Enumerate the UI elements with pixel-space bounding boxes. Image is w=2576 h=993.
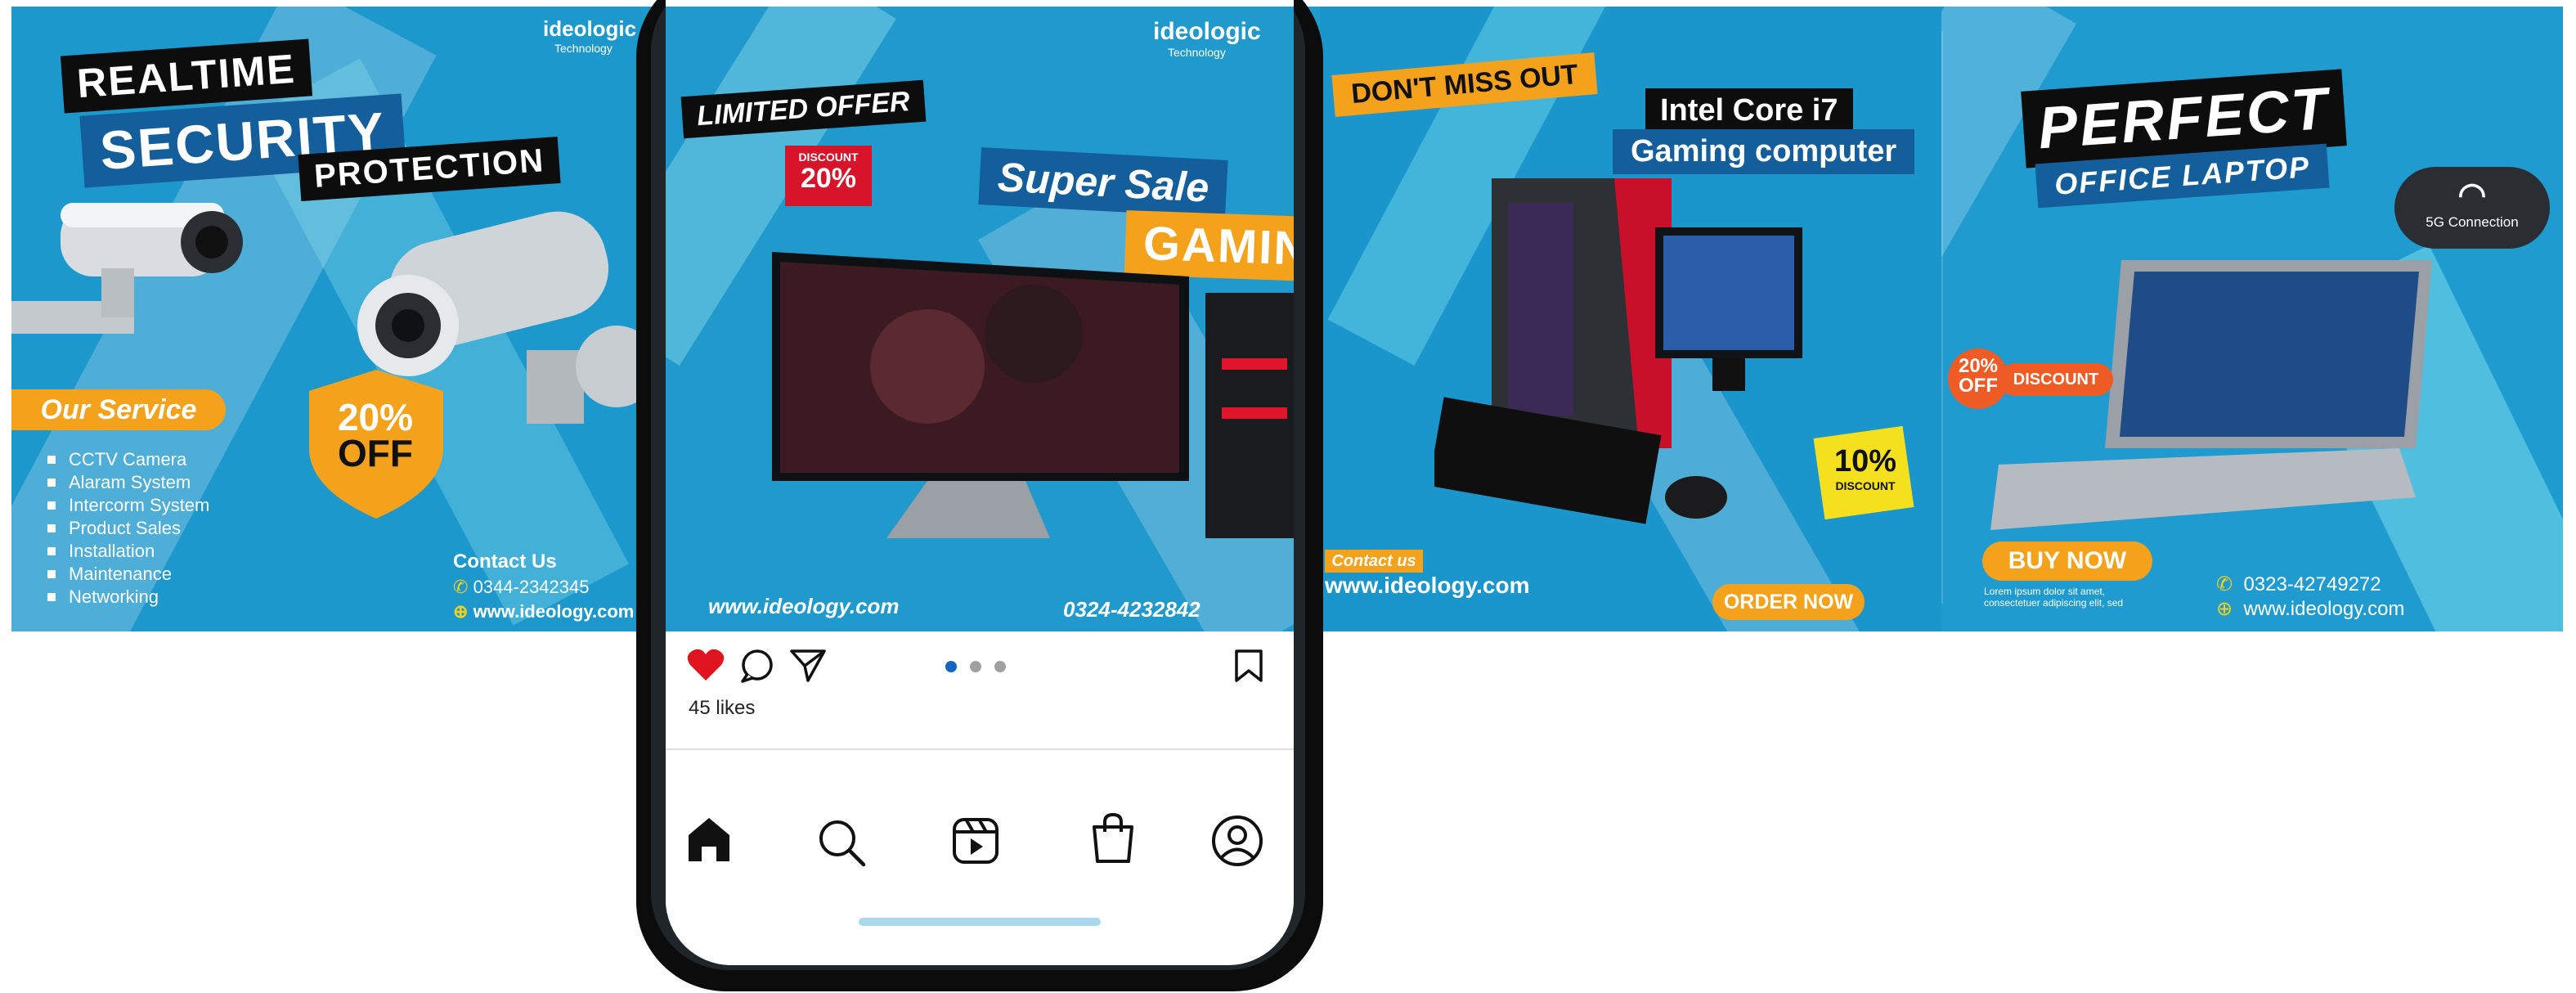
- bullet-icon: [47, 479, 56, 487]
- panel4-phone: ✆ 0323-42749272: [2216, 573, 2381, 595]
- home-icon[interactable]: [685, 816, 733, 865]
- gaming-computer-label: Gaming computer: [1613, 129, 1915, 174]
- share-icon[interactable]: [788, 648, 828, 684]
- profile-icon[interactable]: [1210, 814, 1264, 868]
- gaming-computer-panel: DON'T MISS OUT Intel Core i7 Gaming comp…: [1320, 7, 1941, 631]
- buy-now-button[interactable]: BUY NOW: [1982, 541, 2152, 581]
- globe-icon: ⊕: [2216, 598, 2233, 620]
- shield-text: 20% OFF: [337, 396, 414, 474]
- panel3-website: www.ideology.com: [1325, 573, 1530, 598]
- carousel-dot[interactable]: [994, 661, 1006, 672]
- office-laptop-panel: PERFECT OFFICE LAPTOP ◠ 5G Connection 20…: [1941, 7, 2563, 631]
- service-item: CCTV Camera: [47, 448, 209, 471]
- bullet-icon: [47, 524, 56, 532]
- carousel-dot[interactable]: [970, 661, 981, 672]
- service-item: Product Sales: [47, 517, 209, 540]
- bullet-icon: [47, 570, 56, 578]
- super-sale-banner: Super Sale: [978, 147, 1229, 218]
- order-now-button[interactable]: ORDER NOW: [1712, 584, 1865, 620]
- cctv-camera-image: [11, 203, 243, 334]
- phone-icon: ✆: [2216, 573, 2233, 595]
- home-indicator[interactable]: [859, 918, 1101, 926]
- post-action-bar: 45 likes: [666, 631, 1294, 754]
- intel-core-label: Intel Core i7: [1645, 88, 1853, 133]
- service-item: Installation: [47, 540, 209, 563]
- gaming-monitor-image: [772, 252, 1294, 538]
- likes-count: 45 likes: [689, 697, 756, 719]
- brand-logo: ideologic Technology: [543, 16, 637, 55]
- bookmark-icon[interactable]: [1233, 648, 1264, 684]
- bullet-icon: [47, 501, 56, 510]
- globe-icon: ⊕: [453, 601, 469, 622]
- contact-us-label: Contact us: [1325, 550, 1423, 573]
- service-item: Maintenance: [47, 563, 209, 586]
- bullet-icon: [47, 593, 56, 601]
- gaming-pc-post: ideologic Technology LIMITED OFFER DISCO…: [666, 7, 1294, 631]
- phone-icon: ✆: [453, 577, 469, 597]
- phone-screen: ideologic Technology LIMITED OFFER DISCO…: [666, 0, 1294, 965]
- bullet-icon: [47, 456, 56, 464]
- wifi-icon: ◠: [2457, 177, 2487, 213]
- security-panel: ideologic Technology REALTIME SECURITY P…: [11, 7, 641, 631]
- service-item: Alaram System: [47, 471, 209, 494]
- carousel-dot-active[interactable]: [945, 661, 957, 672]
- panel-divider: [1941, 31, 1943, 604]
- comment-icon[interactable]: [739, 648, 775, 684]
- service-item: Networking: [47, 586, 209, 609]
- post-phone: 0324-4232842: [1063, 597, 1200, 622]
- shop-icon[interactable]: [1091, 812, 1135, 865]
- wifi-badge: ◠ 5G Connection: [2394, 167, 2550, 249]
- gaming-pc-image: [1434, 178, 1802, 524]
- heart-icon[interactable]: [687, 648, 725, 682]
- post-website: www.ideology.com: [708, 594, 900, 618]
- discount-tag: DISCOUNT 20%: [785, 146, 872, 206]
- reels-icon[interactable]: [952, 817, 999, 865]
- discount-pill: DISCOUNT: [1999, 363, 2113, 396]
- contact-website: ⊕ www.ideology.com: [453, 601, 635, 622]
- ten-percent-text: 10% DISCOUNT: [1833, 444, 1897, 492]
- contact-heading: Contact Us: [453, 550, 557, 573]
- contact-phone: ✆ 0344-2342345: [453, 577, 590, 597]
- search-icon[interactable]: [816, 817, 867, 868]
- bottom-nav-bar: [666, 748, 1294, 926]
- laptop-image: [1990, 260, 2432, 530]
- bullet-icon: [47, 547, 56, 555]
- service-item: Intercorm System: [47, 494, 209, 517]
- brand-logo: ideologic Technology: [1153, 18, 1261, 59]
- panel4-website: ⊕ www.ideology.com: [2216, 598, 2405, 620]
- lorem-text: Lorem ipsum dolor sit amet, consectetuer…: [1984, 586, 2124, 609]
- our-service-label: Our Service: [11, 389, 226, 430]
- service-list: CCTV Camera Alaram System Intercorm Syst…: [47, 448, 209, 609]
